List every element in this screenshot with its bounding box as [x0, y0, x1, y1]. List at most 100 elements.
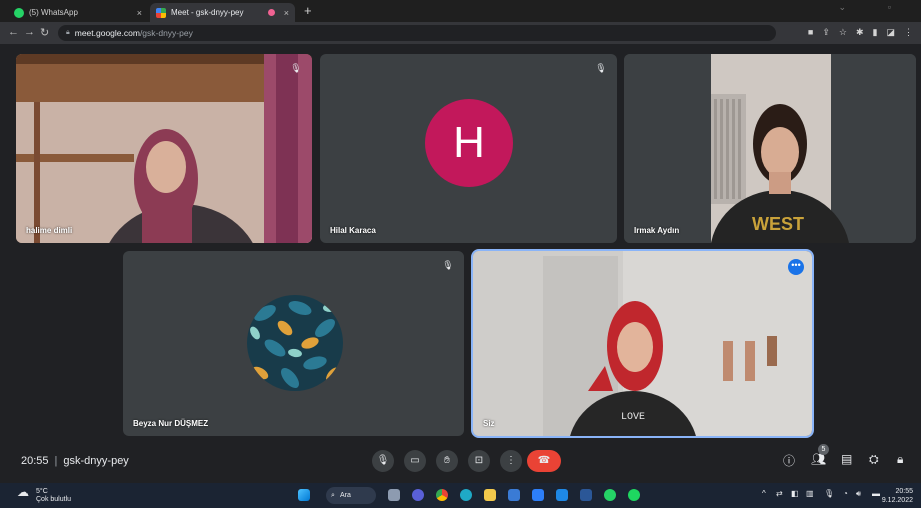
teams-chat-icon[interactable]: [412, 489, 424, 501]
present-icon: ⊡: [474, 455, 484, 466]
chevron-up-icon[interactable]: ^: [762, 489, 766, 498]
people-count-badge: 5: [818, 444, 829, 455]
more-vert-icon: ⋮: [506, 455, 516, 466]
chevron-down-icon[interactable]: ⌄: [838, 2, 846, 13]
new-tab-button[interactable]: +: [304, 3, 312, 18]
meeting-details: 20:55 | gsk-dnyy-pey: [21, 455, 129, 467]
lock-icon: 🔒︎: [66, 29, 70, 36]
url-host: meet.google.com: [74, 28, 140, 38]
camera-in-use-icon[interactable]: ■: [808, 27, 813, 38]
svg-text:WEST: WEST: [752, 214, 804, 234]
battery-icon[interactable]: ▥: [806, 489, 814, 498]
recording-indicator-icon: [268, 9, 275, 16]
activities-icon[interactable]: ⛭: [869, 452, 879, 467]
participant-video: [16, 54, 312, 243]
tab-meet[interactable]: Meet - gsk-dnyy-pey ×: [150, 3, 295, 22]
close-tab-icon[interactable]: ×: [137, 8, 142, 18]
weather-temp: 5°C: [36, 488, 48, 495]
address-bar[interactable]: 🔒︎ meet.google.com/gsk-dnyy-pey: [58, 25, 776, 41]
mail-icon[interactable]: [556, 489, 568, 501]
battery-level-icon[interactable]: ▬: [872, 489, 880, 498]
network-sync-icon[interactable]: ⇄: [776, 489, 783, 498]
search-label: Ara: [340, 492, 351, 499]
present-button[interactable]: ⊡: [468, 450, 490, 472]
edge-icon[interactable]: [460, 489, 472, 501]
windows-start-icon[interactable]: [298, 489, 310, 501]
participant-tile-beyza[interactable]: 🎙︎ Beyza Nur DÜŞMEZ: [123, 251, 464, 436]
app-icon[interactable]: [508, 489, 520, 501]
search-icon: ⌕: [331, 492, 335, 499]
side-panel-icon[interactable]: ▮: [873, 27, 878, 38]
spotify-icon[interactable]: [628, 489, 640, 501]
taskbar-search[interactable]: ⌕ Ara: [326, 487, 376, 504]
extensions-icon[interactable]: ✱: [856, 27, 864, 38]
forward-icon[interactable]: →: [24, 26, 35, 38]
whatsapp-icon: [14, 7, 24, 18]
tab-whatsapp[interactable]: (5) WhatsApp ×: [8, 3, 148, 22]
participant-tile-halime[interactable]: 🎙︎ halime dimli: [16, 54, 312, 243]
participant-name: Hilal Karaca: [330, 226, 376, 235]
reload-icon[interactable]: ↻: [40, 26, 49, 39]
system-clock[interactable]: 20:55 9.12.2022: [882, 487, 913, 505]
clock-time: 20:55: [895, 488, 913, 495]
minimize-icon[interactable]: ▫: [888, 2, 891, 12]
participant-tile-irmak[interactable]: WEST Irmak Aydın: [624, 54, 916, 243]
share-icon[interactable]: ⇪: [822, 27, 830, 38]
chat-icon[interactable]: ▤: [841, 452, 852, 466]
address-bar-row: ← → ↻ 🔒︎ meet.google.com/gsk-dnyy-pey ■ …: [0, 22, 921, 44]
participant-video: LOVE: [473, 251, 812, 436]
participant-tile-self[interactable]: LOVE ••• Siz: [471, 249, 814, 438]
app-tray-icon[interactable]: ◧: [791, 489, 799, 498]
task-view-icon[interactable]: [388, 489, 400, 501]
chrome-icon[interactable]: [436, 489, 448, 501]
avatar: H: [425, 99, 513, 187]
participant-tile-hilal[interactable]: H 🎙︎ Hilal Karaca: [320, 54, 617, 243]
hand-icon: ✋︎: [444, 455, 450, 466]
clock-date: 9.12.2022: [881, 497, 913, 504]
wifi-icon[interactable]: ◔: [843, 489, 848, 498]
bookmark-star-icon[interactable]: ☆: [839, 27, 847, 38]
more-options-button[interactable]: •••: [788, 259, 804, 275]
meeting-code: gsk-dnyy-pey: [63, 455, 129, 467]
mic-button[interactable]: 🎙︎: [372, 450, 394, 472]
word-icon[interactable]: [580, 489, 592, 501]
avatar: [247, 295, 343, 391]
meeting-time: 20:55: [21, 455, 49, 467]
menu-icon[interactable]: ⋮: [904, 27, 913, 38]
close-tab-icon[interactable]: ×: [284, 8, 289, 18]
participant-name: Siz: [483, 419, 495, 428]
volume-icon[interactable]: 🔊︎: [856, 489, 861, 499]
leave-call-button[interactable]: ☎︎: [527, 450, 561, 472]
camera-icon: ▭: [410, 455, 420, 466]
browser-tab-strip: (5) WhatsApp × Meet - gsk-dnyy-pey × + ⌄…: [0, 0, 921, 22]
file-explorer-icon[interactable]: [484, 489, 496, 501]
meet-icon: [156, 7, 166, 18]
taskbar: ☁ 5°C Çok bulutlu ⌕ Ara ^ ⇄ ◧ ▥ 🎙︎ ◔ 🔊︎ …: [0, 483, 921, 508]
microphone-icon[interactable]: 🎙︎: [824, 489, 834, 498]
mic-icon: 🎙︎: [376, 455, 390, 466]
tab-label: (5) WhatsApp: [29, 8, 78, 17]
svg-text:LOVE: LOVE: [621, 412, 645, 423]
end-call-icon: ☎︎: [537, 455, 551, 466]
participant-name: Irmak Aydın: [634, 226, 680, 235]
more-options-button[interactable]: ⋮: [500, 450, 522, 472]
profile-avatar-icon[interactable]: ◪: [886, 27, 895, 38]
camera-button[interactable]: ▭: [404, 450, 426, 472]
whatsapp-icon[interactable]: [604, 489, 616, 501]
weather-widget[interactable]: ☁ 5°C Çok bulutlu: [17, 485, 72, 504]
cloud-icon: ☁: [17, 485, 29, 499]
tab-label: Meet - gsk-dnyy-pey: [171, 8, 244, 17]
participant-video: WEST: [624, 54, 916, 243]
mic-off-icon: 🎙︎: [595, 63, 607, 73]
meeting-info-icon[interactable]: ⓘ: [783, 452, 795, 469]
url-path: /gsk-dnyy-pey: [139, 28, 193, 38]
weather-condition: Çok bulutlu: [36, 496, 72, 503]
store-icon[interactable]: [532, 489, 544, 501]
raise-hand-button[interactable]: ✋︎: [436, 450, 458, 472]
back-icon[interactable]: ←: [8, 26, 19, 38]
mic-off-icon: 🎙︎: [442, 260, 454, 270]
host-controls-icon[interactable]: 🔒︎: [897, 452, 903, 467]
browser-toolbar: ■ ⇪ ☆ ✱ ▮ ◪ ⋮: [808, 27, 913, 38]
participant-name: Beyza Nur DÜŞMEZ: [133, 419, 209, 428]
mic-off-icon: 🎙︎: [290, 63, 302, 73]
